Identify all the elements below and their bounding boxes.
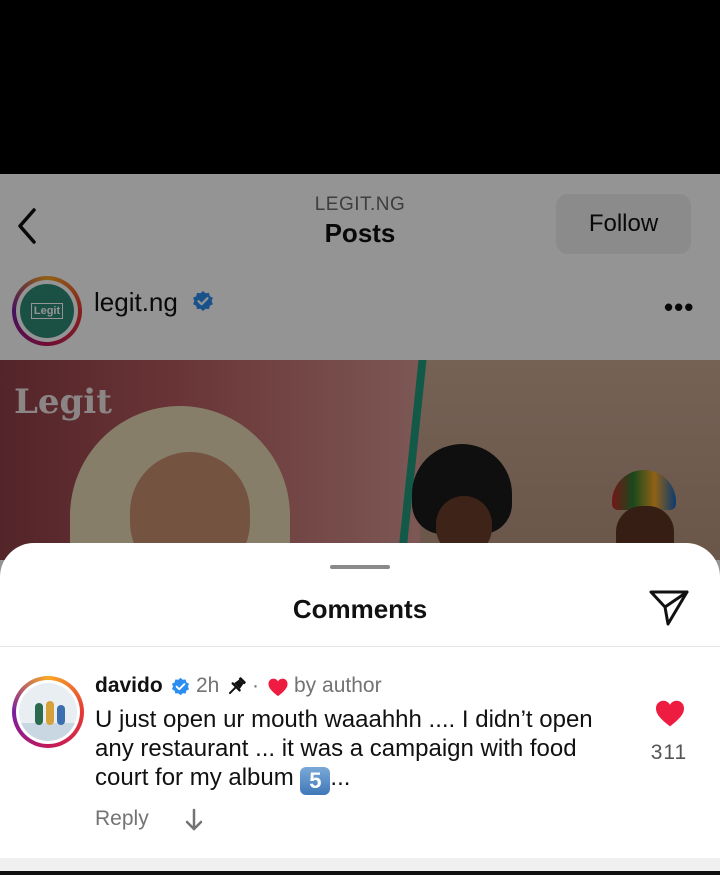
heart-icon xyxy=(268,678,288,697)
comment-text: U just open ur mouth waaahhh .... I didn… xyxy=(95,706,593,795)
keycap-five-emoji: 5 xyxy=(300,767,331,795)
comment-row: davido 2h · by author U just open ur mou… xyxy=(0,543,720,875)
verified-badge-icon xyxy=(171,677,190,696)
like-count: 311 xyxy=(650,741,688,764)
liked-by-author-label: by author xyxy=(294,674,382,697)
comment-username[interactable]: davido xyxy=(95,674,163,698)
separator-dot: · xyxy=(252,674,259,697)
pin-icon xyxy=(228,677,246,695)
heart-icon[interactable] xyxy=(654,698,686,728)
arrow-down-icon[interactable] xyxy=(183,807,205,833)
bottom-edge xyxy=(0,871,720,875)
top-black-bar xyxy=(0,0,720,174)
comment-time: 2h xyxy=(196,674,220,697)
reply-button[interactable]: Reply xyxy=(95,807,149,831)
